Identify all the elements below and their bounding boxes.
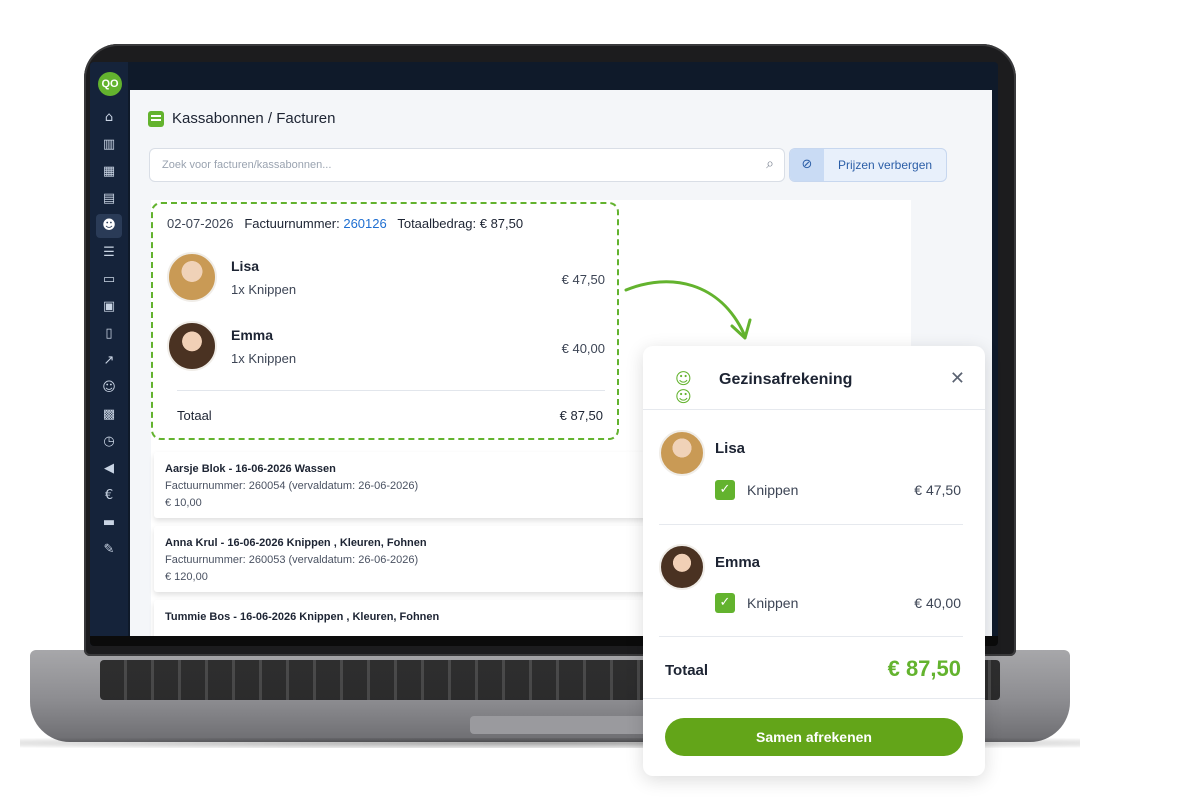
- sidebar: QO ⌂ ▥ ▦ ▤ ☻ ☰ ▭ ▣ ▯ ↗ ☺ ▩ ◷ ◀ € ▬ ✎: [90, 62, 128, 646]
- modal-total-amount: € 87,50: [887, 656, 961, 681]
- modal-divider: [643, 698, 985, 699]
- invoice-list-item[interactable]: Anna Krul - 16-06-2026 Knippen , Kleuren…: [154, 526, 654, 592]
- lisa-checkbox[interactable]: ✓: [715, 480, 735, 500]
- megaphone-icon[interactable]: ◀: [96, 457, 122, 481]
- invoice-divider: [177, 390, 605, 391]
- euro-icon[interactable]: €: [96, 484, 122, 508]
- modal-person-service: Knippen: [747, 482, 799, 498]
- invoice-total-label: Totaal: [177, 408, 212, 423]
- invoice-header: 02-07-2026 Factuurnummer: 260126 Totaalb…: [167, 216, 523, 231]
- modal-title: Gezinsafrekening: [719, 371, 853, 388]
- pay-together-button[interactable]: Samen afrekenen: [665, 718, 963, 756]
- invoice-total-head: Totaalbedrag: € 87,50: [397, 216, 524, 231]
- modal-header: ☺☺ Gezinsafrekening ✕: [643, 346, 985, 410]
- list-item-number: Factuurnummer: 260054 (vervaldatum: 26-0…: [165, 480, 419, 492]
- list-item-number: Factuurnummer: 260053 (vervaldatum: 26-0…: [165, 554, 419, 566]
- list-item-amount: € 120,00: [165, 571, 208, 583]
- calendar-icon[interactable]: ▦: [96, 160, 122, 184]
- person-amount: € 47,50: [561, 272, 605, 287]
- clock-icon[interactable]: ◷: [96, 430, 122, 454]
- family-icon: ☺☺: [675, 369, 692, 406]
- receipt-icon: [148, 110, 164, 127]
- search-icon[interactable]: ⌕: [766, 156, 774, 172]
- box-icon[interactable]: ▣: [96, 295, 122, 319]
- list-item-title: Anna Krul - 16-06-2026 Knippen , Kleuren…: [165, 537, 427, 549]
- invoice-person-row: Lisa 1x Knippen € 47,50: [167, 252, 605, 304]
- invoice-card[interactable]: 02-07-2026 Factuurnummer: 260126 Totaalb…: [151, 202, 619, 440]
- emma-checkbox[interactable]: ✓: [715, 593, 735, 613]
- invoice-person-row: Emma 1x Knippen € 40,00: [167, 321, 605, 373]
- contact-card-icon[interactable]: ▩: [96, 403, 122, 427]
- home-icon[interactable]: ⌂: [96, 106, 122, 130]
- invoice-total-amount: € 87,50: [559, 408, 603, 423]
- hide-prices-button[interactable]: ⊘ Prijzen verbergen: [789, 148, 947, 182]
- list-item-amount: € 10,00: [165, 497, 202, 509]
- invoice-date: 02-07-2026: [167, 216, 234, 231]
- modal-divider: [659, 636, 963, 637]
- person-service: 1x Knippen: [231, 351, 297, 366]
- person-name: Emma: [231, 327, 274, 343]
- users-icon[interactable]: ☻: [96, 214, 122, 238]
- list-item-title: Aarsje Blok - 16-06-2026 Wassen: [165, 463, 336, 475]
- page-header: Kassabonnen / Facturen: [148, 110, 335, 127]
- modal-person-name: Lisa: [715, 440, 746, 457]
- person-service: 1x Knippen: [231, 282, 297, 297]
- close-icon[interactable]: ✕: [950, 368, 965, 389]
- modal-person-name: Emma: [715, 554, 761, 571]
- eye-off-icon: ⊘: [790, 149, 824, 181]
- person-name: Lisa: [231, 258, 260, 274]
- invoice-number-label: Factuurnummer:: [244, 216, 340, 231]
- search-placeholder: Zoek voor facturen/kassabonnen...: [162, 159, 332, 171]
- modal-total-label: Totaal: [665, 662, 709, 679]
- invoice-list-item[interactable]: Aarsje Blok - 16-06-2026 Wassen Factuurn…: [154, 452, 654, 518]
- chart-icon[interactable]: ▥: [96, 133, 122, 157]
- register-icon[interactable]: ▤: [96, 187, 122, 211]
- invoice-number-link[interactable]: 260126: [343, 216, 386, 231]
- person-amount: € 40,00: [561, 341, 605, 356]
- modal-person-service: Knippen: [747, 595, 799, 611]
- search-input[interactable]: Zoek voor facturen/kassabonnen... ⌕: [149, 148, 785, 182]
- list-icon[interactable]: ☰: [96, 241, 122, 265]
- avatar: [659, 544, 705, 590]
- hide-prices-label: Prijzen verbergen: [838, 158, 933, 172]
- group-icon[interactable]: ☺: [96, 376, 122, 400]
- avatar: [167, 321, 217, 371]
- modal-divider: [659, 524, 963, 525]
- curved-arrow-icon: [624, 280, 752, 340]
- marketing-stage: QO ⌂ ▥ ▦ ▤ ☻ ☰ ▭ ▣ ▯ ↗ ☺ ▩ ◷ ◀ € ▬ ✎ Kassabonnen / Factu…: [0, 0, 1200, 800]
- edit-icon[interactable]: ✎: [96, 538, 122, 562]
- avatar: [659, 430, 705, 476]
- app-logo[interactable]: QO: [98, 72, 122, 96]
- trend-icon[interactable]: ↗: [96, 349, 122, 373]
- family-checkout-modal: ☺☺ Gezinsafrekening ✕ Lisa ✓ Knippen € 4…: [643, 346, 985, 776]
- list-item-title: Tummie Bos - 16-06-2026 Knippen , Kleure…: [165, 611, 440, 623]
- id-card-icon[interactable]: ▭: [96, 268, 122, 292]
- modal-person-amount: € 47,50: [914, 482, 961, 498]
- page-title: Kassabonnen / Facturen: [172, 110, 336, 127]
- book-icon[interactable]: ▯: [96, 322, 122, 346]
- modal-person-amount: € 40,00: [914, 595, 961, 611]
- avatar: [167, 252, 217, 302]
- credit-card-icon[interactable]: ▬: [96, 511, 122, 535]
